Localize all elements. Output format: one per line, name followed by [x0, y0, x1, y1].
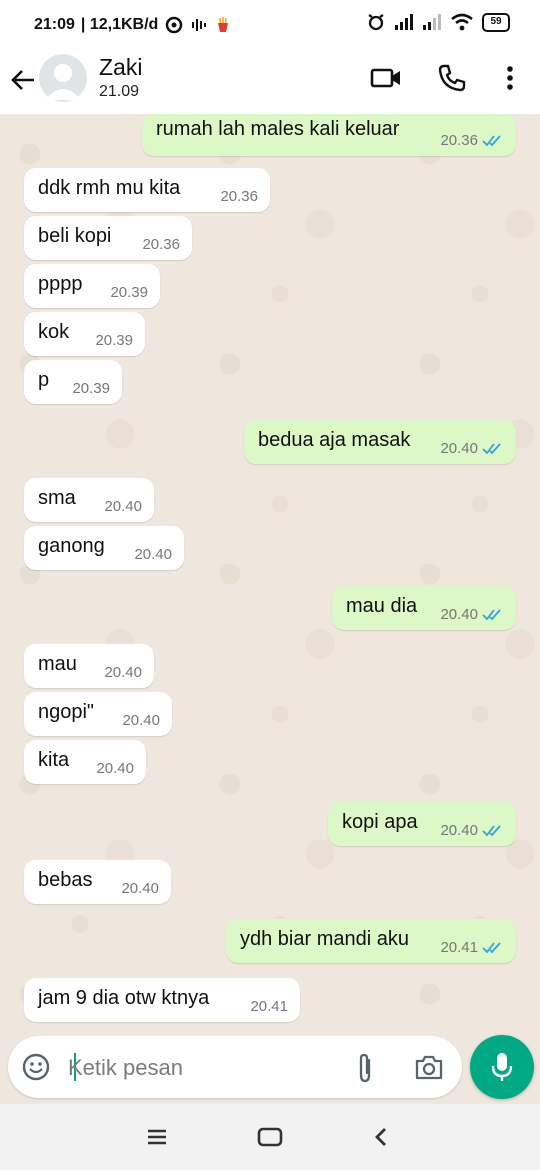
message-list[interactable]: rumah lah males kali keluar 20.36 ddk rm… [0, 114, 540, 1030]
recents-icon[interactable] [146, 1128, 168, 1146]
message-time: 20.39 [110, 284, 148, 301]
message-incoming[interactable]: ddk rmh mu kita 20.36 [24, 168, 270, 212]
message-text: ganong [38, 535, 105, 557]
read-receipt-icon [482, 609, 501, 621]
read-receipt-icon [482, 942, 501, 954]
message-time: 20.40 [104, 664, 142, 681]
message-text: jam 9 dia otw ktnya [38, 987, 210, 1009]
wifi-icon [451, 13, 473, 31]
message-time: 20.40 [440, 606, 478, 623]
message-outgoing[interactable]: ydh biar mandi aku 20.41 [226, 919, 516, 963]
last-seen: 21.09 [99, 83, 140, 100]
message-incoming[interactable]: mau 20.40 [24, 644, 154, 688]
message-incoming[interactable]: beli kopi 20.36 [24, 216, 192, 260]
message-time: 20.40 [440, 822, 478, 839]
back-arrow-icon[interactable] [8, 65, 38, 95]
voice-call-icon[interactable] [436, 62, 468, 94]
message-time: 20.40 [96, 760, 134, 777]
message-text: rumah lah males kali keluar [156, 118, 400, 140]
status-bar: 21:09 | 12,1KB/d 59 [0, 0, 540, 48]
message-incoming[interactable]: p 20.39 [24, 360, 122, 404]
message-text: p [38, 369, 50, 391]
message-incoming[interactable]: ganong 20.40 [24, 526, 184, 570]
chat-header: Zaki 21.09 [0, 48, 540, 115]
home-icon[interactable] [257, 1126, 283, 1148]
video-call-icon[interactable] [370, 62, 402, 94]
audio-wave-icon [192, 19, 207, 31]
emoji-icon[interactable] [22, 1053, 50, 1081]
message-text: ydh biar mandi aku [240, 928, 409, 950]
message-incoming[interactable]: kita 20.40 [24, 740, 146, 784]
message-time: 20.41 [440, 939, 478, 956]
battery-icon: 59 [482, 12, 510, 32]
read-receipt-icon [482, 825, 501, 837]
message-time: 20.40 [122, 712, 160, 729]
signal-icon-1 [395, 14, 413, 30]
alarm-icon [368, 14, 384, 31]
network-speed: | 12,1KB/d [80, 16, 159, 33]
message-time: 20.39 [95, 332, 133, 349]
message-outgoing[interactable]: bedua aja masak 20.40 [244, 420, 516, 464]
read-receipt-icon [482, 135, 501, 147]
back-icon[interactable] [372, 1126, 390, 1148]
message-composer [8, 1036, 462, 1098]
message-incoming[interactable]: pppp 20.39 [24, 264, 160, 308]
message-text: sma [38, 487, 76, 509]
voice-record-button[interactable] [470, 1035, 534, 1099]
message-text: kopi apa [342, 811, 418, 833]
message-text: bebas [38, 869, 93, 891]
message-time: 20.36 [142, 236, 180, 253]
message-outgoing[interactable]: rumah lah males kali keluar 20.36 [142, 114, 516, 156]
system-nav-bar [0, 1104, 540, 1170]
signal-icon-2 [423, 14, 441, 30]
food-icon [218, 17, 229, 32]
message-text: mau [38, 653, 77, 675]
message-text: beli kopi [38, 225, 112, 247]
message-text: kita [38, 749, 70, 771]
message-outgoing[interactable]: mau dia 20.40 [332, 586, 516, 630]
mic-icon [491, 1053, 513, 1081]
hotspot-icon [166, 16, 183, 34]
contact-name[interactable]: Zaki [99, 54, 142, 81]
message-text: kok [38, 321, 70, 343]
message-incoming[interactable]: kok 20.39 [24, 312, 145, 356]
message-text: mau dia [346, 595, 418, 617]
message-text: ddk rmh mu kita [38, 177, 181, 199]
message-incoming[interactable]: jam 9 dia otw ktnya 20.41 [24, 978, 300, 1022]
message-time: 20.40 [104, 498, 142, 515]
message-incoming[interactable]: sma 20.40 [24, 478, 154, 522]
message-time: 20.40 [134, 546, 172, 563]
message-input[interactable] [66, 1050, 340, 1086]
message-text: bedua aja masak [258, 429, 411, 451]
avatar[interactable] [39, 54, 87, 102]
read-receipt-icon [482, 443, 501, 455]
message-time: 20.41 [250, 998, 288, 1015]
default-avatar-icon [45, 64, 81, 100]
message-incoming[interactable]: bebas 20.40 [24, 860, 171, 904]
message-time: 20.40 [440, 440, 478, 457]
message-time: 20.36 [440, 132, 478, 149]
message-outgoing[interactable]: kopi apa 20.40 [328, 802, 516, 846]
attach-icon[interactable] [354, 1052, 376, 1084]
message-time: 20.40 [121, 880, 159, 897]
message-time: 20.39 [72, 380, 110, 397]
message-text: pppp [38, 273, 83, 295]
message-time: 20.36 [220, 188, 258, 205]
message-text: ngopi" [38, 701, 95, 723]
message-incoming[interactable]: ngopi" 20.40 [24, 692, 172, 736]
more-options-icon[interactable] [494, 62, 526, 94]
status-time: 21:09 [34, 16, 75, 33]
camera-icon[interactable] [414, 1053, 444, 1081]
